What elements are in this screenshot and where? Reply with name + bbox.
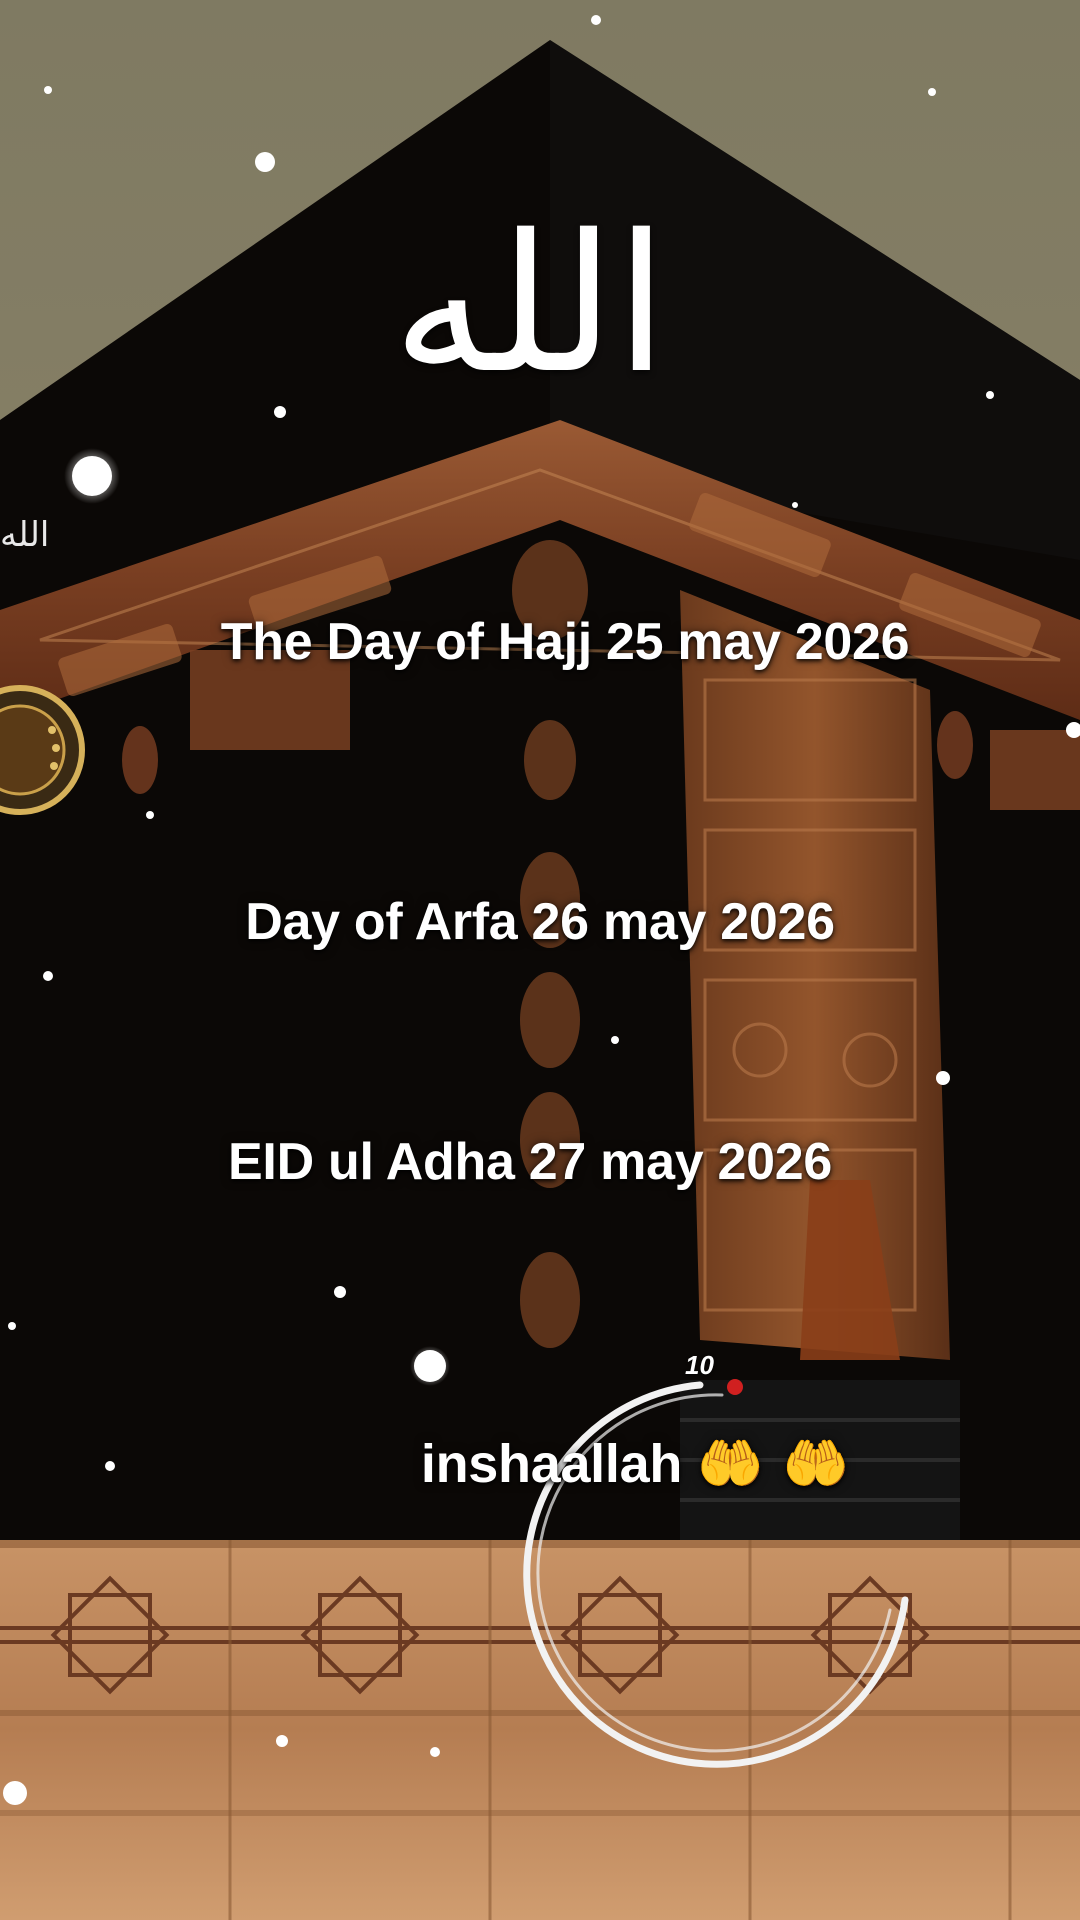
- praying-hands-icon: 🤲 🤲: [696, 1432, 850, 1495]
- calligraphy-small: الله: [0, 515, 50, 555]
- inshaallah-label: inshaallah: [420, 1434, 683, 1494]
- timer-label: 10: [685, 1350, 714, 1380]
- inshaallah-text: inshaallah 🤲 🤲: [95, 1428, 1080, 1500]
- calligraphy-allah: الله: [392, 194, 668, 415]
- arfa-date-text: Day of Arfa 26 may 2026: [245, 893, 835, 951]
- hajj-date-text: The Day of Hajj 25 may 2026: [220, 613, 910, 671]
- eid-date-text: EID ul Adha 27 may 2026: [228, 1133, 832, 1191]
